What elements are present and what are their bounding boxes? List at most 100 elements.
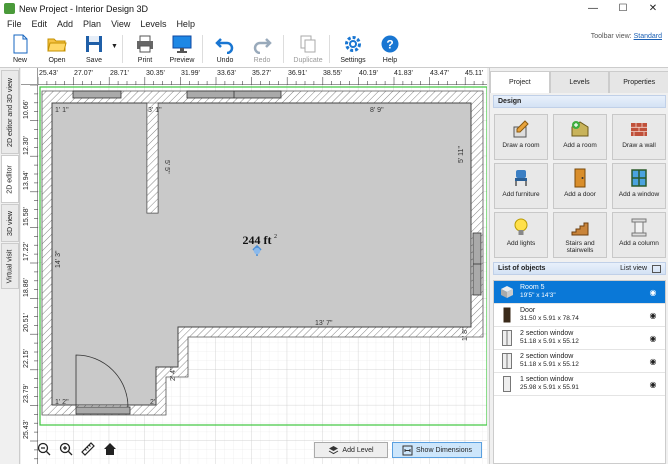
list-view-icon[interactable] [652,264,661,273]
list-item[interactable]: Door 31.50 x 5.91 x 78.74 ◉ [494,304,665,327]
redo-icon [253,38,272,54]
door-bottom[interactable] [75,406,131,415]
floor-plan[interactable]: 244 ft 2 1' 1" 3' 1" 8' 9" 5' 5" 5' 11" … [38,85,487,464]
visibility-eye-icon[interactable]: ◉ [647,311,659,320]
add-window-button[interactable]: Add a window [612,163,666,209]
save-button[interactable]: Save [76,32,112,66]
menu-levels[interactable]: Levels [135,19,171,29]
list-view-toggle[interactable]: List view [620,265,647,272]
menu-view[interactable]: View [106,19,135,29]
dimension-label: 14' 3" [55,250,62,268]
home-button[interactable] [102,441,118,457]
menu-bar: File Edit Add Plan View Levels Help [0,17,668,31]
list-item[interactable]: 1 section window 25.98 x 5.91 x 55.91 ◉ [494,373,665,396]
ruler-label: 20.51' [23,313,30,332]
vertical-ruler: 10.66' 12.30' 13.94' 15.58' 17.22' 18.86… [21,85,38,464]
dimension-label: 1' 2" [55,399,69,406]
visibility-eye-icon[interactable]: ◉ [647,334,659,343]
layers-icon [329,445,339,454]
add-furniture-button[interactable]: Add furniture [494,163,548,209]
visibility-eye-icon[interactable]: ◉ [647,380,659,389]
undo-icon [215,38,234,54]
print-button[interactable]: Print [127,32,163,66]
show-dimensions-button[interactable]: Show Dimensions [392,442,482,458]
tab-properties[interactable]: Properties [609,71,668,93]
duplicate-button[interactable]: Duplicate [290,32,326,66]
ruler-label: 38.55' [323,70,342,77]
dimension-label: 3' 1" [148,107,162,114]
menu-edit[interactable]: Edit [27,19,53,29]
dimension-label: 2' 4" [170,367,177,381]
floor-plan-drawing: 244 ft 2 1' 1" 3' 1" 8' 9" 5' 5" 5' 11" … [38,85,487,464]
ruler-label: 35.27' [252,70,271,77]
measure-button[interactable] [80,441,96,457]
toolbar: New Open Save ▼ Print Preview Undo Redo … [0,31,668,68]
toolbar-view-selector[interactable]: Toolbar view: Standard [591,33,662,40]
list-item[interactable]: Room 5 19'5" x 14'3" ◉ [494,281,665,304]
close-icon[interactable]: ✕ [638,0,668,17]
monitor-icon [172,35,192,53]
ruler-icon [81,442,95,456]
zoom-in-button[interactable] [58,441,74,457]
ruler-label: 13.94' [23,171,30,190]
add-door-button[interactable]: Add a door [553,163,607,209]
tab-3d-view[interactable]: 3D view [1,204,19,242]
preview-button[interactable]: Preview [164,32,200,66]
menu-add[interactable]: Add [52,19,78,29]
list-item[interactable]: 2 section window 51.18 x 5.91 x 55.12 ◉ [494,350,665,373]
menu-plan[interactable]: Plan [78,19,106,29]
redo-button[interactable]: Redo [244,32,280,66]
ruler-label: 23.79' [23,384,30,403]
help-button[interactable]: ? Help [372,32,408,66]
add-level-button[interactable]: Add Level [314,442,388,458]
ruler-label: 18.86' [23,278,30,297]
design-section-header: Design [493,95,666,108]
maximize-icon[interactable]: ☐ [608,0,638,17]
tab-levels[interactable]: Levels [549,71,610,93]
save-dropdown-icon[interactable]: ▼ [111,43,118,50]
zoom-out-button[interactable] [36,441,52,457]
undo-button[interactable]: Undo [207,32,243,66]
plan-canvas[interactable]: 25.43' 27.07' 28.71' 30.35' 31.99' 33.63… [21,68,487,464]
tab-2d-and-3d[interactable]: 2D editor and 3D view [1,70,19,154]
window-title: New Project - Interior Design 3D [19,3,149,14]
add-lights-button[interactable]: Add lights [494,212,548,258]
horizontal-ruler: 25.43' 27.07' 28.71' 30.35' 31.99' 33.63… [38,68,487,85]
window-icon [631,169,647,187]
tab-project[interactable]: Project [490,71,550,93]
window-icon [500,329,514,347]
list-item[interactable]: 2 section window 51.18 x 5.91 x 55.12 ◉ [494,327,665,350]
lightbulb-icon [514,218,528,235]
window-top-left[interactable] [72,90,122,99]
draw-room-button[interactable]: Draw a room [494,114,548,160]
add-room-icon [571,121,589,137]
svg-text:?: ? [386,38,393,52]
visibility-eye-icon[interactable]: ◉ [647,357,659,366]
stairs-button[interactable]: Stairs and stairwells [553,212,607,258]
ruler-label: 27.07' [74,70,93,77]
ruler-label: 36.91' [288,70,307,77]
dimension-label: 1' 1" [55,107,69,114]
ruler-label: 30.35' [146,70,165,77]
menu-help[interactable]: Help [171,19,200,29]
toolbar-separator [329,35,330,63]
window-icon [500,352,514,370]
tab-virtual-visit[interactable]: Virtual visit [1,243,19,289]
new-button[interactable]: New [2,32,38,66]
menu-file[interactable]: File [2,19,27,29]
window-controls: — ☐ ✕ [578,0,668,17]
dimension-label: 2' [150,399,155,406]
tab-2d-editor[interactable]: 2D editor [1,155,19,203]
right-panel: Project Levels Properties Design Draw a … [489,68,668,464]
minimize-icon[interactable]: — [578,0,608,17]
printer-icon [137,35,153,53]
draw-wall-button[interactable]: Draw a wall [612,114,666,160]
door-icon [574,168,586,188]
open-button[interactable]: Open [39,32,75,66]
toolbar-separator [202,35,203,63]
ruler-label: 33.63' [217,70,236,77]
settings-button[interactable]: Settings [335,32,371,66]
visibility-eye-icon[interactable]: ◉ [647,288,659,297]
add-room-button[interactable]: Add a room [553,114,607,160]
add-column-button[interactable]: Add a column [612,212,666,258]
